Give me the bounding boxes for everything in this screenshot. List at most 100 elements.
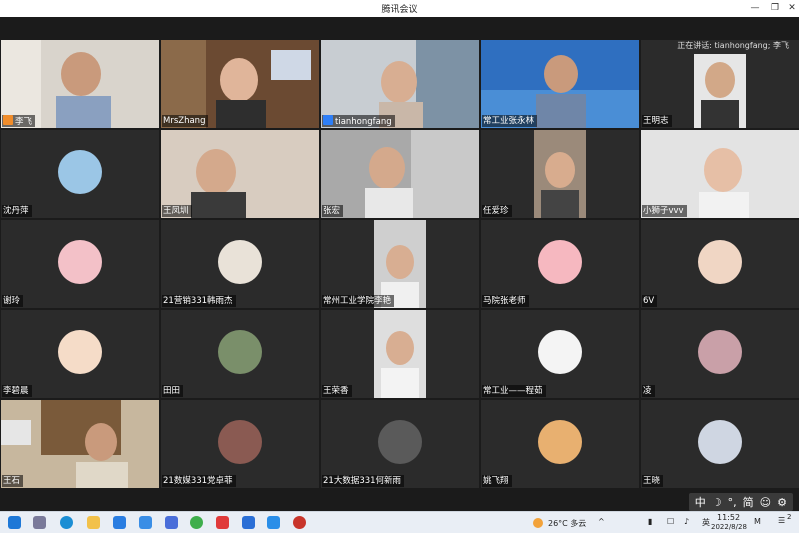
avatar bbox=[58, 240, 102, 284]
participant-name: 任爱珍 bbox=[483, 206, 509, 216]
video-tile[interactable]: 王荣香 bbox=[321, 310, 479, 398]
video-app-icon[interactable] bbox=[267, 516, 280, 529]
participant-name: 21营销331韩雨杰 bbox=[163, 296, 233, 306]
video-tile[interactable]: 21大数据331何新雨 bbox=[321, 400, 479, 488]
participant-name: 常州工业学院李艳 bbox=[323, 296, 392, 306]
mail-icon[interactable] bbox=[113, 516, 126, 529]
video-tile[interactable]: 沈丹萍 bbox=[1, 130, 159, 218]
participant-name: 王凤圳 bbox=[163, 206, 189, 216]
participant-name: 王荣香 bbox=[323, 386, 349, 396]
clock-date[interactable]: 2022/8/28 bbox=[711, 523, 747, 531]
edge-icon[interactable] bbox=[60, 516, 73, 529]
avatar bbox=[698, 240, 742, 284]
tencent-meeting-icon[interactable] bbox=[242, 516, 255, 529]
weather-text[interactable]: 26°C 多云 bbox=[548, 518, 586, 529]
video-tile[interactable]: 21数媒331党卓菲 bbox=[161, 400, 319, 488]
volume-icon[interactable]: ♪ bbox=[684, 517, 689, 526]
notification-count: 2 bbox=[787, 513, 792, 521]
windows-start-icon[interactable] bbox=[8, 516, 21, 529]
notification-icon[interactable]: ☰ bbox=[778, 516, 785, 525]
participant-name: 常工业——程茹 bbox=[483, 386, 543, 396]
video-tile[interactable]: 李飞 bbox=[1, 40, 159, 128]
participant-name: 6V bbox=[643, 296, 655, 306]
video-tile[interactable]: 马院张老师 bbox=[481, 220, 639, 308]
participant-name: 王石 bbox=[3, 476, 21, 486]
wps-icon[interactable] bbox=[216, 516, 229, 529]
video-tile[interactable]: 凌 bbox=[641, 310, 799, 398]
cloud-icon[interactable] bbox=[139, 516, 152, 529]
participant-name: tianhongfang bbox=[335, 117, 392, 127]
participant-name: MrsZhang bbox=[163, 116, 206, 126]
avatar bbox=[538, 240, 582, 284]
video-tile[interactable]: 常工业张永林 bbox=[481, 40, 639, 128]
video-tile[interactable]: 6V bbox=[641, 220, 799, 308]
participant-name: 谢玲 bbox=[3, 296, 21, 306]
participant-name: 李碧晨 bbox=[3, 386, 29, 396]
video-tile[interactable]: 谢玲 bbox=[1, 220, 159, 308]
video-tile[interactable]: 王明志 bbox=[641, 40, 799, 128]
browser-icon[interactable] bbox=[190, 516, 203, 529]
avatar bbox=[698, 330, 742, 374]
ime-mode-icon[interactable]: 中 bbox=[695, 494, 706, 510]
video-tile[interactable]: MrsZhang bbox=[161, 40, 319, 128]
network-icon[interactable]: ☐ bbox=[667, 517, 674, 526]
participant-name: 小狮子vvv bbox=[643, 206, 684, 216]
speaking-indicator: 正在讲话: tianhongfang; 李飞 bbox=[677, 41, 789, 50]
video-tile[interactable]: 21营销331韩雨杰 bbox=[161, 220, 319, 308]
avatar bbox=[58, 330, 102, 374]
video-tile[interactable]: tianhongfang bbox=[321, 40, 479, 128]
video-tile[interactable]: 王晓 bbox=[641, 400, 799, 488]
window-title: 腾讯会议 bbox=[381, 5, 418, 15]
meeting-top-bar bbox=[0, 17, 799, 39]
punctuation-icon[interactable]: °, bbox=[728, 496, 737, 509]
moon-icon[interactable]: ☽ bbox=[712, 496, 722, 509]
participant-name: 凌 bbox=[643, 386, 652, 396]
participant-name: 马院张老师 bbox=[483, 296, 526, 306]
avatar bbox=[378, 420, 422, 464]
close-button[interactable]: ✕ bbox=[785, 2, 799, 14]
avatar bbox=[218, 330, 262, 374]
clock-time[interactable]: 11:52 bbox=[717, 513, 740, 522]
gear-icon[interactable]: ⚙ bbox=[777, 496, 787, 509]
avatar bbox=[218, 420, 262, 464]
video-tile[interactable]: 常州工业学院李艳 bbox=[321, 220, 479, 308]
meeting-bottom-bar bbox=[0, 489, 799, 511]
participant-name: 李飞 bbox=[15, 117, 33, 127]
title-bar: 腾讯会议 — ❐ ✕ bbox=[0, 0, 799, 17]
emoji-icon[interactable]: ☺ bbox=[760, 496, 771, 509]
avatar bbox=[538, 420, 582, 464]
participant-name: 王明志 bbox=[643, 116, 669, 126]
avatar bbox=[698, 420, 742, 464]
participant-name: 21大数据331何新雨 bbox=[323, 476, 402, 486]
folder-icon[interactable] bbox=[87, 516, 100, 529]
video-tile[interactable]: 常工业——程茹 bbox=[481, 310, 639, 398]
camera-feed bbox=[1, 400, 159, 488]
participant-name: 姚飞翔 bbox=[483, 476, 509, 486]
video-tile[interactable]: 王石 bbox=[1, 400, 159, 488]
video-tile[interactable]: 张宏 bbox=[321, 130, 479, 218]
video-tile[interactable]: 王凤圳 bbox=[161, 130, 319, 218]
minimize-button[interactable]: — bbox=[748, 2, 762, 14]
video-tile[interactable]: 任爱珍 bbox=[481, 130, 639, 218]
task-view-icon[interactable] bbox=[33, 516, 46, 529]
host-icon bbox=[3, 115, 13, 125]
ime-icon[interactable]: 英 bbox=[702, 517, 710, 528]
taskbar: 26°C 多云 ^ ▮ ☐ ♪ 英 11:52 2022/8/28 M ☰ 2 bbox=[0, 511, 799, 533]
video-tile[interactable]: 田田 bbox=[161, 310, 319, 398]
chevron-up-icon[interactable]: ^ bbox=[598, 517, 605, 526]
avatar bbox=[538, 330, 582, 374]
pinned-app-icon[interactable]: M bbox=[754, 517, 761, 526]
participant-name: 张宏 bbox=[323, 206, 341, 216]
participant-name: 常工业张永林 bbox=[483, 116, 535, 126]
video-tile[interactable]: 李碧晨 bbox=[1, 310, 159, 398]
video-tile[interactable]: 小狮子vvv bbox=[641, 130, 799, 218]
microphone-icon[interactable]: ▮ bbox=[648, 517, 652, 526]
maximize-button[interactable]: ❐ bbox=[768, 2, 782, 14]
ime-toolbar[interactable]: 中 ☽ °, 简 ☺ ⚙ bbox=[688, 493, 793, 511]
video-tile[interactable]: 姚飞翔 bbox=[481, 400, 639, 488]
simplified-icon[interactable]: 简 bbox=[743, 494, 754, 510]
participant-name: 21数媒331党卓菲 bbox=[163, 476, 233, 486]
app-icon[interactable] bbox=[165, 516, 178, 529]
weather-icon bbox=[533, 518, 543, 528]
app-badge-icon[interactable] bbox=[293, 516, 306, 529]
